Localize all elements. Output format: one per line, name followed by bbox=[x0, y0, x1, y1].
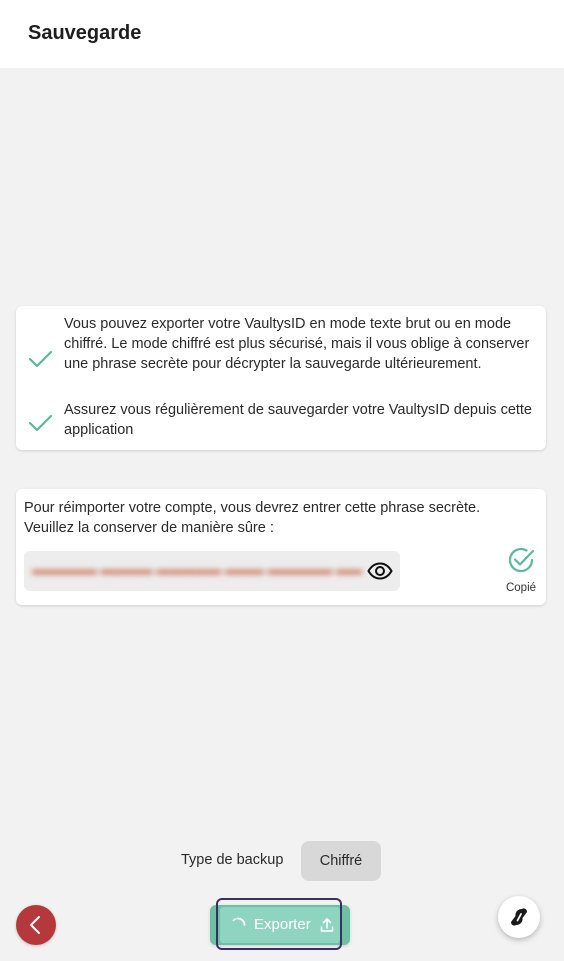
check-icon bbox=[28, 350, 53, 368]
info-text: Vous pouvez exporter votre VaultysID en … bbox=[64, 316, 530, 372]
passphrase-field[interactable]: ▬▬▬▬▬ ▬▬▬▬ ▬▬▬▬▬ ▬▬▬ ▬▬▬▬▬ ▬▬▬▬▬ bbox=[24, 551, 400, 591]
page-title: Sauvegarde bbox=[28, 22, 142, 44]
vaultys-logo-icon bbox=[511, 908, 527, 926]
export-button-focus-ring bbox=[216, 898, 342, 950]
info-text: Assurez vous régulièrement de sauvegarde… bbox=[64, 402, 533, 438]
passphrase-card: Pour réimporter votre compte, vous devre… bbox=[16, 489, 546, 605]
copied-indicator[interactable]: Copié bbox=[502, 545, 540, 595]
app-header: Sauvegarde bbox=[0, 0, 564, 68]
info-card: Vous pouvez exporter votre VaultysID en … bbox=[16, 306, 546, 450]
chevron-left-icon bbox=[30, 916, 40, 934]
backup-type-label: Type de backup bbox=[181, 852, 284, 868]
app-menu-button[interactable] bbox=[498, 896, 540, 938]
copied-label: Copié bbox=[505, 582, 537, 594]
backup-type-chip[interactable]: Chiffré bbox=[301, 841, 381, 881]
eye-icon[interactable] bbox=[367, 559, 393, 583]
info-item: Vous pouvez exporter votre VaultysID en … bbox=[16, 314, 546, 396]
info-item: Assurez vous régulièrement de sauvegarde… bbox=[16, 400, 546, 444]
passphrase-description: Pour réimporter votre compte, vous devre… bbox=[24, 500, 481, 536]
passphrase-value-blurred: ▬▬▬▬▬ ▬▬▬▬ ▬▬▬▬▬ ▬▬▬ ▬▬▬▬▬ ▬▬▬▬▬ bbox=[32, 562, 362, 577]
check-circle-icon bbox=[508, 547, 535, 573]
check-icon bbox=[28, 414, 53, 432]
back-button[interactable] bbox=[16, 905, 56, 945]
